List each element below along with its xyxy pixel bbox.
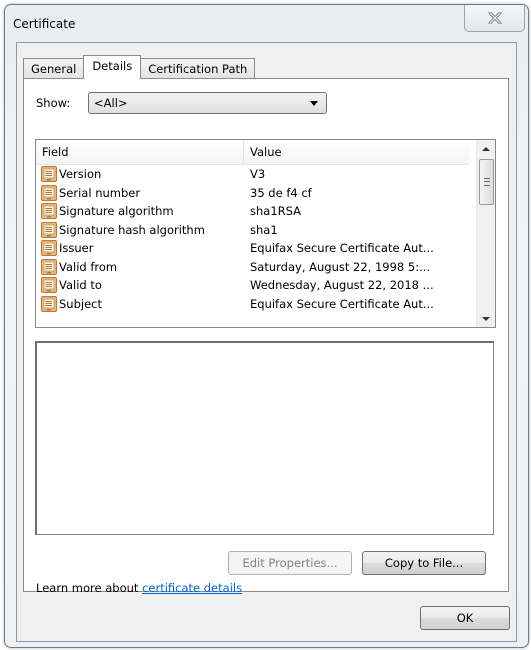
list-item[interactable]: Version V3 <box>36 165 469 184</box>
field-cell: Version <box>36 166 244 183</box>
field-name: Signature hash algorithm <box>59 222 205 237</box>
certificate-field-icon <box>41 184 57 201</box>
list-item[interactable]: Signature algorithm sha1RSA <box>36 202 469 221</box>
certificate-details-link[interactable]: certificate details <box>142 581 242 595</box>
list-rows: Version V3 Serial number 35 de f4 cf Signatu… <box>36 165 469 313</box>
scroll-down-button[interactable] <box>477 310 495 327</box>
field-detail-textbox[interactable] <box>35 341 494 535</box>
dialog-client-area: General Details Certification Path Show:… <box>16 42 517 642</box>
show-dropdown[interactable]: <All> <box>88 92 327 114</box>
certificate-field-icon <box>41 258 57 275</box>
close-x-icon <box>488 12 501 24</box>
grip-icon <box>483 178 490 186</box>
field-name: Valid to <box>59 278 102 293</box>
certificate-dialog: Certificate General Details Certificatio… <box>4 4 529 648</box>
list-item[interactable]: Valid to Wednesday, August 22, 2018 ... <box>36 276 469 295</box>
field-list[interactable]: Field Value Version V3 Serial number 35 de … <box>35 139 496 328</box>
learn-more-prefix: Learn more about <box>36 581 143 595</box>
certificate-field-icon <box>41 295 57 312</box>
list-item[interactable]: Subject Equifax Secure Certificate Aut... <box>36 295 469 314</box>
field-value: Equifax Secure Certificate Aut... <box>250 241 434 256</box>
column-header-value[interactable]: Value <box>244 140 469 164</box>
details-panel: Show: <All> Field Value Version V3 Serial … <box>23 78 509 595</box>
arrow-down-icon <box>482 316 490 321</box>
field-value: sha1RSA <box>250 204 302 219</box>
field-value: 35 de f4 cf <box>250 185 312 200</box>
certificate-field-icon <box>41 221 57 238</box>
list-item[interactable]: Valid from Saturday, August 22, 1998 5:..… <box>36 258 469 277</box>
certificate-field-icon <box>41 203 57 220</box>
field-name: Serial number <box>59 185 141 200</box>
tab-certification-path[interactable]: Certification Path <box>140 58 256 79</box>
list-item[interactable]: Serial number 35 de f4 cf <box>36 184 469 203</box>
tab-details[interactable]: Details <box>83 55 142 79</box>
edit-properties-button[interactable]: Edit Properties... <box>228 551 352 575</box>
column-header-field[interactable]: Field <box>36 140 244 164</box>
field-name: Subject <box>59 296 102 311</box>
scroll-thumb[interactable] <box>479 159 494 205</box>
certificate-field-icon <box>41 166 57 183</box>
close-button[interactable] <box>464 5 525 32</box>
chevron-down-icon <box>310 101 318 106</box>
list-item[interactable]: Signature hash algorithm sha1 <box>36 221 469 240</box>
vertical-scrollbar[interactable] <box>476 140 495 327</box>
field-name: Signature algorithm <box>59 204 174 219</box>
field-value: V3 <box>250 167 266 182</box>
field-value: sha1 <box>250 222 278 237</box>
tab-general[interactable]: General <box>23 58 85 79</box>
field-name: Issuer <box>59 241 94 256</box>
list-header: Field Value <box>36 140 469 165</box>
show-dropdown-value: <All> <box>94 96 128 110</box>
field-cell: Subject <box>36 295 244 312</box>
field-cell: Signature hash algorithm <box>36 221 244 238</box>
show-label: Show: <box>36 96 71 110</box>
list-item[interactable]: Issuer Equifax Secure Certificate Aut... <box>36 239 469 258</box>
field-cell: Serial number <box>36 184 244 201</box>
field-value: Wednesday, August 22, 2018 ... <box>250 278 434 293</box>
field-cell: Issuer <box>36 240 244 257</box>
tab-strip: General Details Certification Path <box>23 55 256 79</box>
scroll-up-button[interactable] <box>477 140 495 157</box>
field-name: Version <box>59 167 102 182</box>
field-cell: Valid to <box>36 277 244 294</box>
field-cell: Valid from <box>36 258 244 275</box>
ok-button[interactable]: OK <box>420 606 510 630</box>
learn-more-text: Learn more about certificate details <box>36 581 242 595</box>
field-name: Valid from <box>59 259 118 274</box>
field-cell: Signature algorithm <box>36 203 244 220</box>
window-title: Certificate <box>13 17 76 31</box>
field-value: Equifax Secure Certificate Aut... <box>250 296 434 311</box>
field-value: Saturday, August 22, 1998 5:... <box>250 259 431 274</box>
certificate-field-icon <box>41 240 57 257</box>
arrow-up-icon <box>482 146 490 151</box>
copy-to-file-button[interactable]: Copy to File... <box>362 551 486 575</box>
certificate-field-icon <box>41 277 57 294</box>
